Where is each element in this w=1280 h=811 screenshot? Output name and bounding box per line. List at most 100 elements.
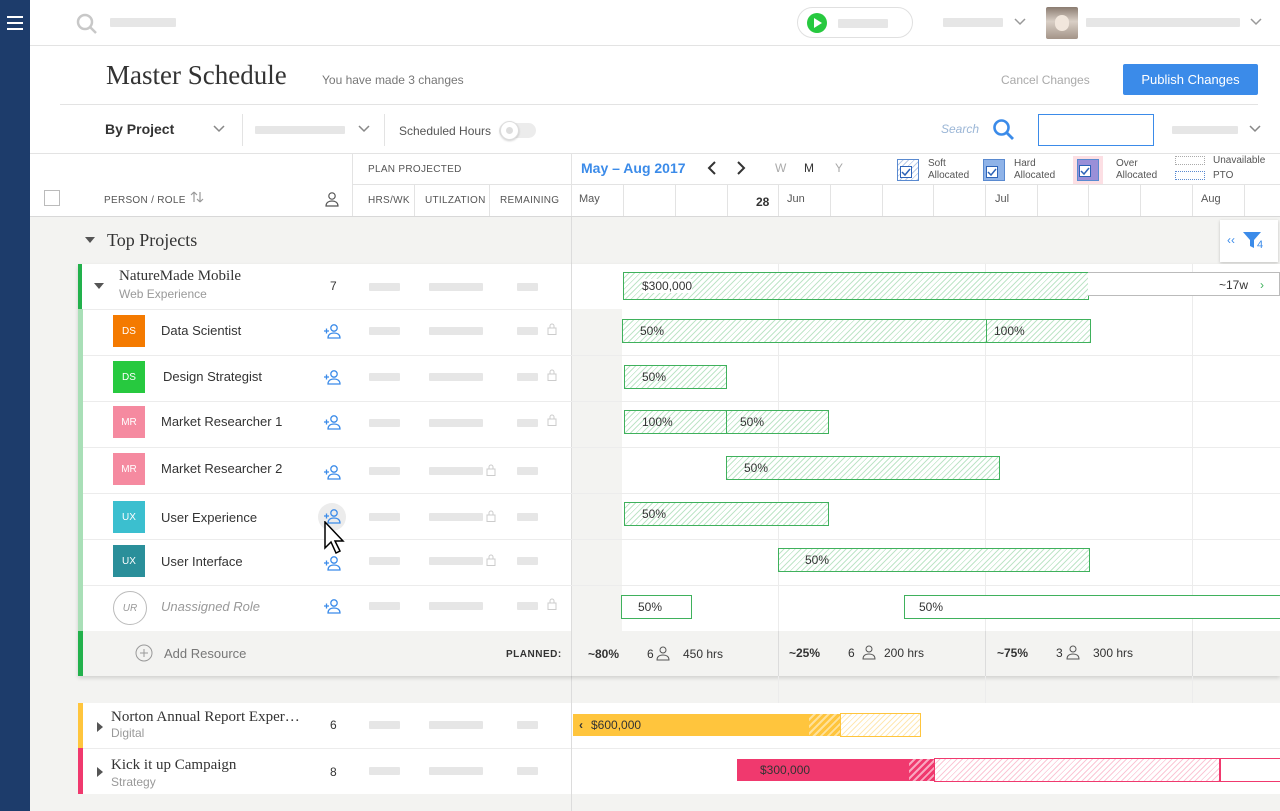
caret-down-icon[interactable] [93, 281, 105, 291]
sort-select[interactable] [1172, 126, 1238, 134]
chevron-down-icon[interactable] [358, 124, 370, 134]
add-person-icon[interactable] [323, 414, 341, 430]
global-search-placeholder[interactable] [110, 18, 176, 27]
allocation-bar[interactable]: 50% [726, 456, 1000, 480]
planned-pct: ~75% [997, 646, 1029, 660]
add-person-icon[interactable] [323, 323, 341, 339]
zoom-year-button[interactable]: Y [835, 161, 843, 175]
filter-panel-tab[interactable]: ‹‹ 4 [1220, 220, 1278, 262]
chevron-left-icon[interactable]: ‹ [579, 718, 583, 732]
unavailable-segment [1220, 758, 1280, 782]
project-budget-bar[interactable]: ‹ $600,000 [573, 714, 809, 736]
add-resource-button[interactable]: Add Resource [164, 646, 246, 661]
role-name: Unassigned Role [161, 599, 261, 614]
app-rail [0, 0, 30, 811]
allocation-bar[interactable]: 50% [622, 319, 987, 343]
zoom-week-button[interactable]: W [775, 161, 786, 175]
allocation-bar[interactable]: 100% [986, 319, 1091, 343]
chevron-right-icon: › [1260, 278, 1264, 292]
cancel-changes-button[interactable]: Cancel Changes [1001, 73, 1090, 87]
play-icon[interactable] [807, 13, 827, 33]
role-badge: UX [113, 501, 145, 533]
lock-icon[interactable] [547, 323, 557, 335]
caret-right-icon[interactable] [96, 766, 104, 778]
scheduled-hours-label: Scheduled Hours [399, 124, 492, 138]
project-type: Digital [111, 726, 145, 740]
lock-icon[interactable] [486, 510, 496, 522]
role-badge: MR [113, 453, 145, 485]
top-bar [30, 0, 1280, 46]
project-name[interactable]: Norton Annual Report Exper… [111, 709, 300, 726]
hrs-wk-header: HRS/WK [368, 195, 410, 206]
project-duration-label: ~17w [1219, 278, 1249, 292]
chevron-down-icon[interactable] [213, 124, 225, 134]
workspace-select[interactable] [943, 18, 1003, 27]
select-all-checkbox[interactable] [44, 190, 60, 206]
filter-select[interactable] [255, 126, 345, 134]
person-icon[interactable] [324, 191, 340, 207]
project-count: 8 [330, 765, 337, 779]
caret-right-icon[interactable] [96, 721, 104, 733]
timer-pill[interactable] [797, 7, 913, 38]
chevron-down-icon[interactable] [1250, 17, 1262, 27]
allocation-bar[interactable]: 50% [778, 548, 1090, 572]
allocation-bar[interactable]: 100% [624, 410, 727, 434]
search-input[interactable] [1038, 114, 1154, 146]
legend-hard-swatch [983, 159, 1005, 181]
group-title: Top Projects [107, 230, 198, 250]
lock-icon[interactable] [486, 554, 496, 566]
person-role-header[interactable]: PERSON / ROLE [104, 195, 186, 206]
month-may: May [579, 193, 600, 205]
planned-label: PLANNED: [506, 649, 562, 660]
sort-icon[interactable] [190, 190, 204, 204]
lock-icon[interactable] [547, 369, 557, 381]
publish-changes-button[interactable]: Publish Changes [1123, 64, 1258, 95]
lock-icon[interactable] [547, 414, 557, 426]
planned-people: 6 [647, 647, 654, 661]
project-budget-bar[interactable]: $300,000 [623, 272, 1089, 300]
role-name: Market Researcher 1 [161, 414, 283, 429]
unassigned-bar[interactable]: 50% [904, 595, 1280, 619]
legend-unavailable-swatch [1175, 156, 1205, 165]
chevron-left-icon[interactable] [706, 161, 718, 175]
chevron-down-icon[interactable] [1014, 17, 1026, 27]
allocation-bar[interactable]: 50% [624, 365, 727, 389]
roles-timeline-gap [572, 309, 622, 631]
scheduled-hours-toggle[interactable] [499, 121, 536, 140]
menu-icon[interactable] [0, 10, 30, 36]
legend-over-swatch [1073, 156, 1103, 184]
user-name[interactable] [1086, 18, 1240, 27]
add-person-icon[interactable] [323, 598, 341, 614]
chevron-down-icon[interactable] [1249, 124, 1261, 134]
add-person-icon[interactable] [323, 464, 341, 480]
allocation-bar[interactable]: 50% [726, 410, 829, 434]
add-person-icon[interactable] [323, 555, 341, 571]
person-icon [656, 646, 670, 661]
project-name[interactable]: NatureMade Mobile [119, 268, 241, 285]
role-badge: UR [113, 591, 147, 625]
role-name: User Experience [161, 510, 258, 525]
legend-pto-label: PTO [1213, 170, 1234, 181]
add-person-icon[interactable] [323, 369, 341, 385]
project-duration-bar[interactable]: ~17w › [1088, 272, 1280, 296]
today-marker: 28 [756, 195, 770, 209]
legend-unavailable-label: Unavailable [1213, 155, 1266, 166]
lock-icon[interactable] [486, 464, 496, 476]
zoom-month-button[interactable]: M [804, 161, 814, 175]
avatar[interactable] [1046, 7, 1078, 39]
caret-down-icon[interactable] [84, 235, 96, 245]
add-circle-icon[interactable] [135, 644, 153, 662]
allocation-bar[interactable]: 50% [624, 502, 829, 526]
overlap-segment [809, 714, 840, 736]
view-select[interactable]: By Project [105, 121, 174, 137]
project-name[interactable]: Kick it up Campaign [111, 757, 236, 774]
lock-icon[interactable] [547, 598, 557, 610]
project-budget-bar[interactable]: $300,000 [737, 759, 909, 781]
search-icon[interactable] [76, 13, 98, 35]
chevron-right-icon[interactable] [735, 161, 747, 175]
collapse-icon[interactable]: ‹‹ [1227, 233, 1235, 247]
search-icon[interactable] [992, 118, 1015, 141]
planned-hours: 450 hrs [683, 647, 724, 661]
unassigned-bar[interactable]: 50% [621, 595, 692, 619]
project-budget-label: $300,000 [760, 763, 811, 777]
